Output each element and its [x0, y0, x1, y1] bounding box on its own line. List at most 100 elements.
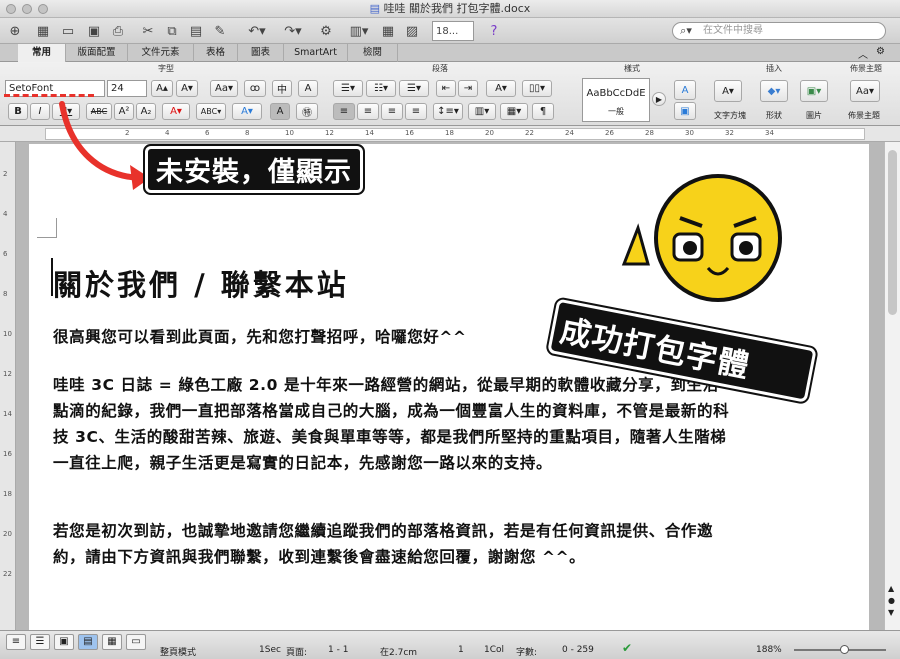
paragraph: 哇哇 3C 日誌 = 綠色工廠 2.0 是十年來一路經營的網站，從最早期的軟體收… [53, 376, 730, 472]
highlight-button[interactable]: ABC▾ [196, 103, 226, 120]
scroll-down-icon[interactable]: ▼ [888, 608, 894, 617]
align-left-button[interactable]: ≡ [333, 103, 355, 120]
shape-icon[interactable]: ◆▾ [760, 80, 788, 102]
outline-view-icon[interactable]: ☰ [30, 634, 50, 650]
ribbon-settings-icon[interactable]: ⚙ [876, 46, 885, 57]
italic-button[interactable]: I [30, 103, 50, 120]
styles-menu-icon[interactable]: ▣ [674, 102, 696, 120]
numbering-button[interactable]: ☷▾ [366, 80, 396, 97]
shrink-font-button[interactable]: A▾ [176, 80, 198, 97]
styles-pane-icon[interactable]: A [674, 80, 696, 100]
paste-icon[interactable]: ▤ [186, 21, 206, 41]
ruler-mark: 12 [325, 129, 334, 137]
subscript-button[interactable]: A₂ [136, 103, 156, 120]
tab-tables[interactable]: 表格 [194, 44, 238, 62]
zoom-slider-thumb[interactable] [840, 645, 849, 654]
collapse-ribbon-icon[interactable]: ︿ [858, 46, 868, 61]
char-shading-button[interactable]: A [270, 103, 290, 120]
minimize-window-button[interactable] [22, 4, 32, 14]
draft-view-icon[interactable]: ≡ [6, 634, 26, 650]
font-group-label: 字型 [158, 64, 174, 73]
align-center-button[interactable]: ≡ [357, 103, 379, 120]
help-icon[interactable]: ? [484, 21, 504, 41]
theme-icon[interactable]: Aa▾ [850, 80, 880, 102]
vertical-scrollbar[interactable]: ▲ ● ▼ [884, 142, 900, 630]
decrease-indent-button[interactable]: ⇤ [436, 80, 456, 97]
zoom-select[interactable]: 18... [432, 21, 474, 41]
vruler-mark: 6 [3, 250, 8, 258]
style-gallery[interactable]: AaBbCcDdE 一般 [582, 78, 650, 122]
justify-button[interactable]: ≡ [405, 103, 427, 120]
gallery-icon[interactable]: ▦ [33, 21, 53, 41]
tab-charts[interactable]: 圖表 [238, 44, 284, 62]
toolbox-icon[interactable]: ⚙ [316, 21, 336, 41]
tab-review[interactable]: 檢閱 [348, 44, 398, 62]
align-right-button[interactable]: ≡ [381, 103, 403, 120]
text-effects-button[interactable]: A▾ [232, 103, 262, 120]
columns-button[interactable]: ▯▯▾ [522, 80, 552, 97]
font-color-button[interactable]: A▾ [162, 103, 190, 120]
scrollbar-thumb[interactable] [888, 150, 897, 315]
ruler-mark: 34 [765, 129, 774, 137]
spelling-check-icon[interactable]: ✔ [622, 641, 632, 655]
shading-button[interactable]: ▥▾ [468, 103, 496, 120]
shape-label: 形狀 [766, 111, 782, 120]
save-icon[interactable]: ▣ [84, 21, 104, 41]
sidebar-icon[interactable]: ▥▾ [344, 21, 374, 41]
line-spacing-button[interactable]: ↕≡▾ [433, 103, 463, 120]
horizontal-ruler[interactable]: 2 4 6 8 10 12 14 16 18 20 22 24 26 28 30 32 34 [0, 126, 900, 142]
show-marks-button[interactable]: ¶ [532, 103, 554, 120]
print-icon[interactable]: ⎙ [108, 21, 128, 41]
increase-indent-button[interactable]: ⇥ [458, 80, 478, 97]
multilevel-list-button[interactable]: ☰▾ [399, 80, 429, 97]
publishing-view-icon[interactable]: ▣ [54, 634, 74, 650]
media-browser-icon[interactable]: ▨ [402, 21, 422, 41]
tab-home[interactable]: 常用 [18, 44, 66, 62]
enclose-char-button[interactable]: ㊕ [296, 103, 318, 120]
bold-button[interactable]: B [8, 103, 28, 120]
ribbon-tabs: 常用 版面配置 文件元素 表格 圖表 SmartArt 檢閱 ︿ ⚙ [0, 44, 900, 62]
tab-document-elements[interactable]: 文件元素 [128, 44, 194, 62]
vertical-ruler[interactable]: 2 4 6 8 10 12 14 16 18 20 22 [0, 142, 16, 630]
ruler-mark: 28 [645, 129, 654, 137]
notebook-view-icon[interactable]: ▦ [102, 634, 122, 650]
clear-format-icon[interactable]: ꝏ [244, 80, 266, 97]
ruler-mark: 4 [165, 129, 170, 137]
fullscreen-view-icon[interactable]: ▭ [126, 634, 146, 650]
vruler-mark: 14 [3, 410, 12, 418]
underline-button[interactable]: U▾ [52, 103, 80, 120]
superscript-button[interactable]: A² [114, 103, 134, 120]
search-icon[interactable]: ⌕▾ [676, 21, 696, 41]
grow-font-button[interactable]: A▴ [151, 80, 173, 97]
redo-icon[interactable]: ↷▾ [278, 21, 308, 41]
phonetic-guide-button[interactable]: 中 [272, 80, 292, 97]
scroll-up-icon[interactable]: ▲ [888, 584, 894, 593]
char-border-button[interactable]: A [298, 80, 318, 97]
open-folder-icon[interactable]: ▭ [58, 21, 78, 41]
textbox-icon[interactable]: A▾ [714, 80, 742, 102]
print-layout-view-icon[interactable]: ▤ [78, 634, 98, 650]
change-case-button[interactable]: Aa▾ [210, 80, 238, 97]
tab-smartart[interactable]: SmartArt [284, 44, 348, 62]
search-input[interactable]: 在文件中搜尋 [672, 22, 886, 40]
sort-button[interactable]: A▾ [486, 80, 516, 97]
zoom-level: 188% [756, 645, 782, 655]
cut-icon[interactable]: ✂ [138, 21, 158, 41]
format-painter-icon[interactable]: ✎ [210, 21, 230, 41]
browse-object-icon[interactable]: ● [888, 596, 895, 605]
font-size-select[interactable]: 24 [107, 80, 147, 97]
close-window-button[interactable] [6, 4, 16, 14]
borders-button[interactable]: ▦▾ [500, 103, 528, 120]
zoom-window-button[interactable] [38, 4, 48, 14]
strikethrough-button[interactable]: ABC [86, 103, 112, 120]
table-icon[interactable]: ▦ [378, 21, 398, 41]
bullets-button[interactable]: ☰▾ [333, 80, 363, 97]
insert-group-label: 插入 [766, 64, 782, 73]
picture-icon[interactable]: ▣▾ [800, 80, 828, 102]
copy-icon[interactable]: ⧉ [162, 21, 182, 41]
tab-layout[interactable]: 版面配置 [66, 44, 128, 62]
undo-icon[interactable]: ↶▾ [240, 21, 274, 41]
new-document-icon[interactable]: ⊕ [4, 21, 26, 41]
zoom-slider[interactable] [794, 645, 886, 654]
style-gallery-next-icon[interactable]: ▶ [652, 92, 666, 106]
